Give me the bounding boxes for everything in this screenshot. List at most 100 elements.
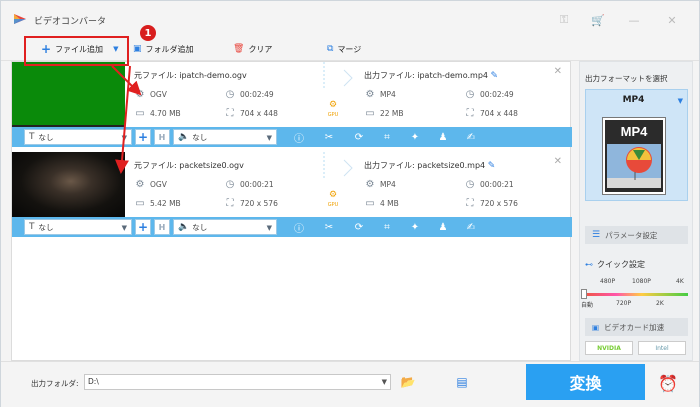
output-filename: 出力ファイル: ipatch-demo.mp4 ✎ <box>364 70 498 81</box>
resolution-meta: ⛶ 704 x 448 <box>224 108 278 119</box>
merge-label: マージ <box>337 44 362 54</box>
source-format: OGV <box>150 90 167 99</box>
resolution-meta: ⛶ 720 x 576 <box>224 198 278 209</box>
audio-value: なし <box>192 222 208 232</box>
format-icon: ⚙ <box>365 179 375 190</box>
video-thumbnail[interactable] <box>12 152 125 217</box>
output-info: 出力ファイル: packetsize0.mp4 ✎ ⚙ MP4 ◷ 00:00:21… <box>364 152 564 217</box>
subtitle-value: なし <box>38 222 54 232</box>
gpu-acceleration-toggle[interactable]: ▣ ビデオカード加速 <box>585 318 688 336</box>
resolution-icon: ⛶ <box>466 108 474 119</box>
chevron-down-icon: ▼ <box>677 97 683 105</box>
edit-pen-icon[interactable]: ✎ <box>488 161 496 171</box>
subtitle-h-button[interactable]: H <box>154 129 170 145</box>
source-filename: 元ファイル: packetsize0.ogv <box>134 161 244 170</box>
format-icon: ⚙ <box>135 89 145 100</box>
crop-icon[interactable]: ⌗ <box>380 130 394 144</box>
intel-badge: Intel <box>638 341 686 355</box>
gpu-acceleration-label: ビデオカード加速 <box>604 322 665 332</box>
cart-icon[interactable]: 🛒 <box>591 13 605 27</box>
video-thumbnail[interactable] <box>12 62 125 127</box>
output-resolution: 704 x 448 <box>480 109 518 118</box>
output-size: 22 MB <box>380 109 404 118</box>
subtitle-select[interactable]: T なし ▼ <box>24 219 132 235</box>
out-format-meta: ⚙ MP4 <box>364 179 396 190</box>
remove-item-icon[interactable]: ✕ <box>554 156 562 167</box>
edit-bar: T なし ▼ + H 🔈 なし ▼ ⓘ ✂ ⟳ ⌗ ✦ ♟ ✍ <box>12 217 572 237</box>
output-folder-select[interactable]: D:\ ▼ <box>84 374 391 390</box>
folder-icon: ▭ <box>135 198 145 209</box>
info-icon[interactable]: ⓘ <box>292 220 306 235</box>
key-icon[interactable]: ⚿ <box>557 13 571 27</box>
sliders-icon: ☰ <box>592 230 601 240</box>
alarm-clock-icon[interactable]: ⏰ <box>657 372 679 394</box>
cut-icon[interactable]: ✂ <box>322 130 336 144</box>
parameter-settings-label: パラメータ設定 <box>605 230 658 240</box>
watermark-icon[interactable]: ♟ <box>436 220 450 234</box>
add-subtitle-button[interactable]: + <box>135 219 151 235</box>
effect-icon[interactable]: ✦ <box>408 130 422 144</box>
output-folder-value: D:\ <box>88 377 99 386</box>
output-format: MP4 <box>380 180 396 189</box>
audio-value: なし <box>192 132 208 142</box>
out-duration-meta: ◷ 00:00:21 <box>464 179 514 190</box>
edit-subtitle-icon[interactable]: ✍ <box>464 220 478 234</box>
nvidia-badge: NVIDIA <box>585 341 633 355</box>
rotate-icon[interactable]: ⟳ <box>352 130 366 144</box>
source-duration: 00:00:21 <box>240 180 274 189</box>
minimize-icon[interactable]: — <box>627 13 641 27</box>
folder-icon: ▭ <box>365 108 375 119</box>
browse-folder-icon[interactable]: 📂 <box>400 374 416 390</box>
duration-meta: ◷ 00:00:21 <box>224 179 274 190</box>
subtitle-select[interactable]: T なし ▼ <box>24 129 132 145</box>
quality-label-480p: 480P <box>600 278 616 285</box>
quality-slider[interactable] <box>585 293 688 296</box>
folder-icon: ▭ <box>365 198 375 209</box>
text-icon: T <box>29 222 35 232</box>
cut-icon[interactable]: ✂ <box>322 220 336 234</box>
out-resolution-meta: ⛶ 704 x 448 <box>464 108 518 119</box>
quality-label-1080p: 1080P <box>632 278 651 285</box>
quality-label-2k: 2K <box>656 300 664 307</box>
output-info: 出力ファイル: ipatch-demo.mp4 ✎ ⚙ MP4 ◷ 00:02:49… <box>364 62 564 127</box>
source-duration: 00:02:49 <box>240 90 274 99</box>
source-info: 元ファイル: ipatch-demo.ogv ⚙ OGV ◷ 00:02:49 ▭ 4… <box>134 62 324 127</box>
merge-button[interactable]: ⧉ マージ <box>327 41 361 57</box>
title-bar: ビデオコンバータ ⚿ 🛒 — ✕ <box>1 1 699 37</box>
crop-icon[interactable]: ⌗ <box>380 220 394 234</box>
clock-icon: ◷ <box>465 179 475 190</box>
clear-label: クリア <box>248 44 273 54</box>
add-subtitle-button[interactable]: + <box>135 129 151 145</box>
format-panel: 出力フォーマットを選択 MP4 ▼ MP4 ☰ パラメータ設定 ⊷ クイック設定… <box>579 61 693 361</box>
subtitle-h-button[interactable]: H <box>154 219 170 235</box>
edit-bar: T なし ▼ + H 🔈 なし ▼ ⓘ ✂ ⟳ ⌗ ✦ ♟ ✍ <box>12 127 572 147</box>
speaker-icon: 🔈 <box>178 222 190 232</box>
list-item: 元ファイル: ipatch-demo.ogv ⚙ OGV ◷ 00:02:49 ▭ 4… <box>12 62 572 152</box>
gpu-icon: ⚙ GPU <box>327 190 339 208</box>
open-folder-icon[interactable]: ▤ <box>454 374 470 390</box>
source-size: 4.70 MB <box>150 109 181 118</box>
app-logo-icon <box>14 14 26 24</box>
quality-label-4k: 4K <box>676 278 684 285</box>
audio-select[interactable]: 🔈 なし ▼ <box>173 219 277 235</box>
info-icon[interactable]: ⓘ <box>292 130 306 145</box>
subtitle-value: なし <box>38 132 54 142</box>
edit-pen-icon[interactable]: ✎ <box>491 71 499 81</box>
quality-label-720p: 720P <box>616 300 632 307</box>
close-icon[interactable]: ✕ <box>665 13 679 27</box>
rotate-icon[interactable]: ⟳ <box>352 220 366 234</box>
remove-item-icon[interactable]: ✕ <box>554 66 562 77</box>
watermark-icon[interactable]: ♟ <box>436 130 450 144</box>
add-folder-button[interactable]: ▣ フォルダ追加 <box>133 41 194 57</box>
parameter-settings-button[interactable]: ☰ パラメータ設定 <box>585 226 688 244</box>
edit-subtitle-icon[interactable]: ✍ <box>464 130 478 144</box>
output-folder-label: 出力フォルダ: <box>31 379 79 388</box>
audio-select[interactable]: 🔈 なし ▼ <box>173 129 277 145</box>
quality-slider-handle[interactable] <box>581 289 587 299</box>
chevron-down-icon: ▼ <box>266 134 272 142</box>
effect-icon[interactable]: ✦ <box>408 220 422 234</box>
nvidia-label: NVIDIA <box>597 344 621 352</box>
output-format-selector[interactable]: MP4 ▼ MP4 <box>585 89 688 201</box>
clear-button[interactable]: 🗑 クリア <box>233 41 272 57</box>
convert-button[interactable]: 変換 <box>526 364 645 400</box>
